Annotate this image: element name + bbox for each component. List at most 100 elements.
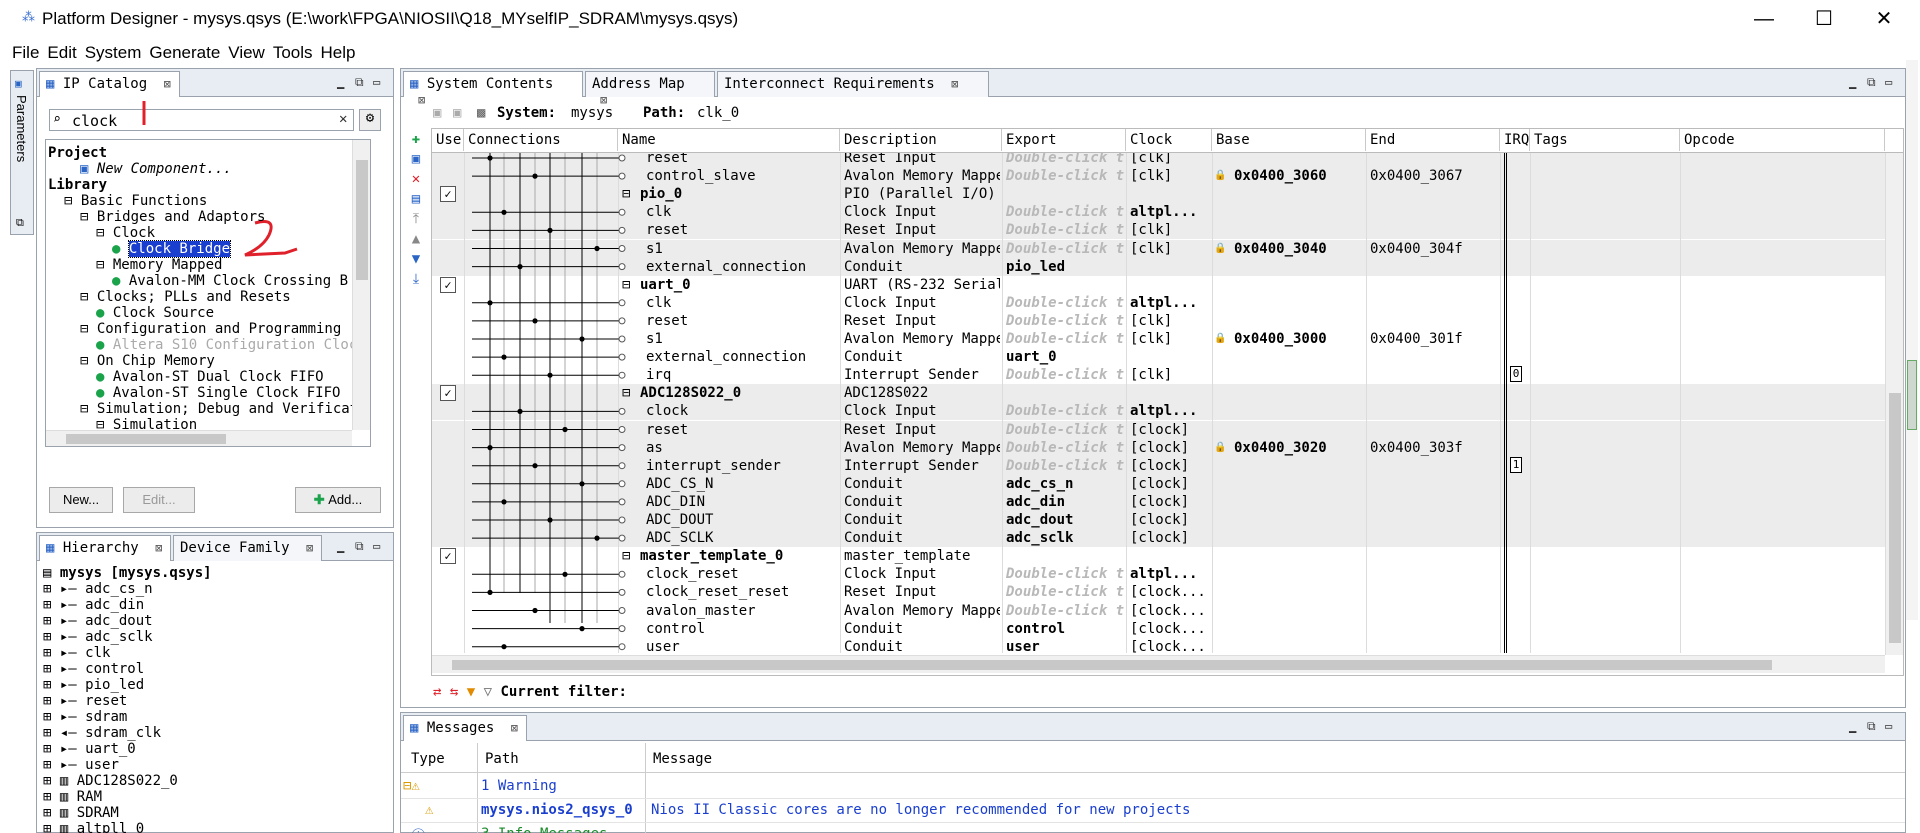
message-row[interactable]: ⊟⚠ 1 Warning bbox=[401, 775, 1905, 799]
edit-icon[interactable]: ▣ bbox=[407, 149, 425, 169]
expand-icon[interactable]: ⊞ bbox=[43, 741, 60, 757]
column-header-clock[interactable]: Clock bbox=[1126, 129, 1212, 151]
hierarchy-item[interactable]: ⊞ ▥ altpll_0 bbox=[43, 821, 212, 833]
export-cell[interactable]: Double-click to bbox=[1006, 294, 1124, 312]
column-header-connections[interactable]: Connections bbox=[464, 129, 618, 151]
connection-dot[interactable] bbox=[562, 426, 568, 433]
irq-number[interactable]: 0 bbox=[1510, 366, 1522, 383]
connection-endpoint[interactable] bbox=[618, 643, 626, 651]
tree-vscrollbar[interactable] bbox=[352, 140, 370, 430]
connection-dot[interactable] bbox=[501, 644, 507, 650]
close-tab-icon[interactable]: ⊠ bbox=[951, 77, 958, 91]
window-side-scroll-thumb[interactable] bbox=[1907, 360, 1917, 430]
column-header-name[interactable]: Name bbox=[618, 129, 840, 151]
irq-number[interactable]: 1 bbox=[1510, 456, 1522, 473]
menu-help[interactable]: Help bbox=[321, 43, 356, 63]
minimize-button[interactable]: — bbox=[1734, 0, 1794, 40]
connection-dot[interactable] bbox=[532, 607, 538, 614]
column-header-end[interactable]: End bbox=[1366, 129, 1500, 151]
catalog-tree-item[interactable]: ● Avalon-MM Clock Crossing B bbox=[48, 273, 370, 289]
message-row[interactable]: ⚠ mysys.nios2_qsys_0 Nios II Classic cores… bbox=[401, 799, 1905, 823]
export-cell[interactable]: Double-click to bbox=[1006, 203, 1124, 221]
catalog-tree-item[interactable]: ⊟ Clocks; PLLs and Resets bbox=[48, 289, 370, 305]
maximize-button[interactable]: ☐ bbox=[1794, 0, 1854, 40]
catalog-tree-item[interactable]: ⊟ Simulation; Debug and Verification bbox=[48, 401, 370, 417]
hierarchy-item[interactable]: ⊞ ▥ RAM bbox=[43, 789, 212, 805]
maximize-panel-icon[interactable]: ▭ bbox=[1885, 75, 1892, 89]
tab-interconnect-requirements[interactable]: Interconnect Requirements ⊠ bbox=[717, 71, 989, 97]
lock-icon[interactable]: 🔒 bbox=[1214, 240, 1226, 258]
expand-icon[interactable]: ⊞ bbox=[43, 709, 60, 725]
tab-messages[interactable]: ▦ Messages ⊠ bbox=[403, 715, 527, 741]
catalog-tree-item[interactable]: ⊟ On Chip Memory bbox=[48, 353, 370, 369]
hierarchy-item[interactable]: ⊞ ▸— adc_dout bbox=[43, 613, 212, 629]
lock-icon[interactable]: 🔒 bbox=[1214, 439, 1226, 457]
connection-endpoint[interactable] bbox=[618, 172, 626, 180]
expand-icon[interactable]: ⊟ bbox=[96, 225, 113, 241]
export-cell[interactable]: Double-click to bbox=[1006, 402, 1124, 420]
export-cell[interactable]: Double-click to bbox=[1006, 167, 1124, 185]
connection-endpoint[interactable] bbox=[618, 534, 626, 542]
expand-icon[interactable]: ⊟ bbox=[80, 401, 97, 417]
connection-endpoint[interactable] bbox=[618, 208, 626, 216]
export-cell[interactable]: Double-click to bbox=[1006, 312, 1124, 330]
connection-dot[interactable] bbox=[487, 300, 493, 306]
export-cell[interactable]: Double-click to bbox=[1006, 421, 1124, 439]
menu-system[interactable]: System bbox=[85, 43, 142, 63]
export-cell[interactable]: Double-click to bbox=[1006, 439, 1124, 457]
expand-icon[interactable]: ⊞ bbox=[43, 581, 60, 597]
expand-icon[interactable]: ⊟ bbox=[80, 353, 97, 369]
minimize-panel-icon[interactable]: ▁ bbox=[1849, 75, 1856, 89]
column-header-irq[interactable]: IRQ bbox=[1500, 129, 1530, 151]
filter-clock-icon[interactable]: ⇄ bbox=[433, 684, 441, 700]
lock-icon[interactable]: 🔒 bbox=[1214, 330, 1226, 348]
catalog-tree-item[interactable]: ● Clock Source bbox=[48, 305, 370, 321]
col-path[interactable]: Path bbox=[485, 751, 519, 767]
tree-vscroll-thumb[interactable] bbox=[356, 160, 368, 280]
expand-icon[interactable]: ⊞ bbox=[43, 645, 60, 661]
tab-hierarchy[interactable]: ▦ Hierarchy ⊠ bbox=[39, 535, 172, 561]
expand-icon[interactable]: ⊞ bbox=[43, 725, 60, 741]
connection-endpoint[interactable] bbox=[618, 263, 626, 271]
hierarchy-item[interactable]: ⊞ ▸— adc_cs_n bbox=[43, 581, 212, 597]
maximize-panel-icon[interactable]: ▭ bbox=[1885, 719, 1892, 733]
hierarchy-item[interactable]: ⊞ ▸— adc_din bbox=[43, 597, 212, 613]
remove-icon[interactable]: ✕ bbox=[407, 169, 425, 189]
maximize-panel-icon[interactable]: ▭ bbox=[373, 539, 380, 553]
connection-endpoint[interactable] bbox=[618, 625, 626, 633]
connection-dot[interactable] bbox=[579, 626, 585, 632]
close-tab-icon[interactable]: ⊠ bbox=[511, 721, 518, 735]
message-row[interactable]: ⊟ⓘ 3 Info Messages bbox=[401, 823, 1905, 833]
connection-endpoint[interactable] bbox=[618, 444, 626, 452]
connection-dot[interactable] bbox=[501, 354, 507, 360]
catalog-tree-item[interactable]: ▣ New Component... bbox=[48, 161, 370, 177]
connection-endpoint[interactable] bbox=[618, 317, 626, 325]
hierarchy-item[interactable]: ⊞ ▥ SDRAM bbox=[43, 805, 212, 821]
export-cell[interactable]: Double-click to bbox=[1006, 602, 1124, 620]
new-component-button[interactable]: New... bbox=[49, 487, 113, 513]
hierarchy-item[interactable]: ⊞ ▸— reset bbox=[43, 693, 212, 709]
expand-icon[interactable]: ⊞ bbox=[43, 661, 60, 677]
expand-icon[interactable]: ⊞ bbox=[43, 629, 60, 645]
filter-reset-icon[interactable]: ⇆ bbox=[450, 684, 458, 700]
hierarchy-root[interactable]: ▤ mysys [mysys.qsys] bbox=[43, 565, 212, 581]
nav-back-icon[interactable]: ▣ bbox=[433, 105, 441, 121]
connection-dot[interactable] bbox=[532, 173, 538, 179]
col-message[interactable]: Message bbox=[653, 751, 712, 767]
export-cell[interactable]: Double-click to bbox=[1006, 153, 1124, 167]
connection-endpoint[interactable] bbox=[618, 498, 626, 506]
catalog-tree-item[interactable]: ⊟ Basic Functions bbox=[48, 193, 370, 209]
expand-icon[interactable]: ⊟ bbox=[64, 193, 81, 209]
move-top-icon[interactable]: ⤒ bbox=[407, 209, 425, 229]
hierarchy-item[interactable]: ⊞ ▸— user bbox=[43, 757, 212, 773]
parameters-strip[interactable]: ▣ Parameters ⧉ bbox=[10, 70, 34, 235]
expand-icon[interactable]: ⊞ bbox=[43, 773, 60, 789]
tab-address-map[interactable]: Address Map ⊠ bbox=[585, 71, 715, 107]
close-tab-icon[interactable]: ⊠ bbox=[155, 541, 162, 555]
expand-icon[interactable]: ⊟ bbox=[80, 289, 97, 305]
filter-clear-icon[interactable]: ▽ bbox=[484, 684, 492, 700]
column-header-opcode[interactable]: Opcode bbox=[1680, 129, 1885, 151]
connection-endpoint[interactable] bbox=[618, 407, 626, 415]
expand-icon[interactable]: ⊞ bbox=[43, 757, 60, 773]
column-header-export[interactable]: Export bbox=[1002, 129, 1126, 151]
